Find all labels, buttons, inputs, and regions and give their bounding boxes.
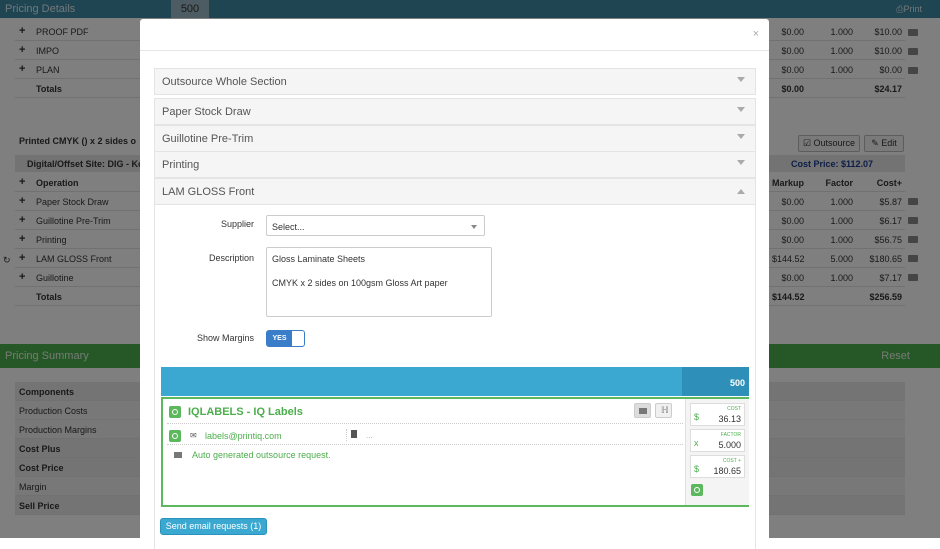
chevron-down-icon: [737, 107, 745, 112]
chevron-down-icon: [737, 77, 745, 82]
supplier-email[interactable]: labels@printiq.com: [205, 431, 282, 441]
cost-field[interactable]: $ COST 36.13: [690, 403, 745, 426]
confirm-check-icon[interactable]: [691, 484, 703, 496]
close-icon[interactable]: ×: [753, 28, 759, 40]
supplier-name: IQLABELS - IQ Labels: [188, 406, 303, 418]
note-icon: [174, 452, 182, 458]
envelope-icon: ✉: [190, 431, 197, 440]
paperclip-icon: ℍ: [661, 405, 669, 415]
accordion-guillotine-pre-trim[interactable]: Guillotine Pre-Trim: [154, 125, 756, 152]
email-check-icon[interactable]: [169, 430, 181, 442]
costplus-field[interactable]: $ COST + 180.65: [690, 455, 745, 478]
quantity-header-bar: 500: [161, 367, 749, 396]
show-margins-label: Show Margins: [196, 333, 254, 343]
chevron-down-icon: [737, 134, 745, 139]
accordion-outsource-whole-section[interactable]: Outsource Whole Section: [154, 68, 756, 95]
supplier-select[interactable]: Select...: [266, 215, 485, 236]
factor-field[interactable]: x FACTOR 5.000: [690, 429, 745, 452]
selected-check-icon[interactable]: [169, 406, 181, 418]
accordion-lam-gloss-front[interactable]: LAM GLOSS Front: [154, 178, 756, 205]
supplier-label: Supplier: [220, 219, 254, 229]
description-textarea[interactable]: Gloss Laminate Sheets CMYK x 2 sides on …: [266, 247, 492, 317]
accordion-paper-stock-draw[interactable]: Paper Stock Draw: [154, 98, 756, 125]
cost-panel: $ COST 36.13 x FACTOR 5.000 $ COST + 180…: [685, 399, 749, 505]
accordion-printing[interactable]: Printing: [154, 151, 756, 178]
description-label: Description: [208, 253, 254, 263]
quantity-value: 500: [682, 367, 749, 396]
phone-icon: [351, 430, 357, 438]
comment-icon: [639, 408, 647, 414]
outsource-modal: × Outsource Whole Section Paper Stock Dr…: [140, 19, 769, 549]
divider: [140, 50, 769, 51]
comment-button[interactable]: [634, 403, 651, 418]
supplier-card: IQLABELS - IQ Labels ℍ ✉ labels@printiq.…: [161, 397, 749, 507]
supplier-phone: ...: [366, 431, 373, 440]
attachment-button[interactable]: ℍ: [655, 403, 672, 418]
chevron-up-icon: [737, 189, 745, 194]
show-margins-toggle[interactable]: YES: [266, 330, 305, 347]
send-email-requests-button[interactable]: Send email requests (1): [160, 518, 267, 535]
caret-down-icon: [471, 225, 477, 229]
chevron-down-icon: [737, 160, 745, 165]
auto-note: Auto generated outsource request.: [192, 450, 331, 460]
